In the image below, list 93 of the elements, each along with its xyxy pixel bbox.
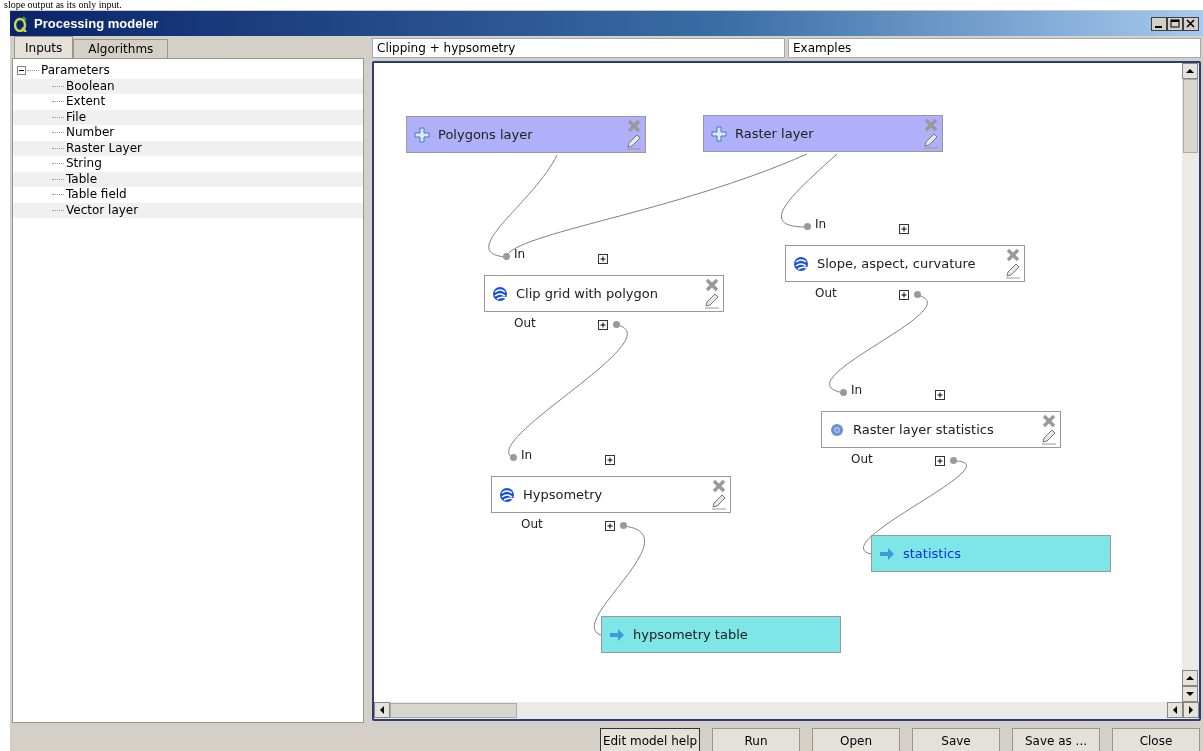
globe-icon xyxy=(499,486,515,503)
algorithm-node[interactable]: Hypsometry xyxy=(491,476,731,513)
tab[interactable]: Algorithms xyxy=(73,39,169,58)
node-label: Raster layer statistics xyxy=(853,422,994,437)
scrollbar-thumb[interactable] xyxy=(390,703,517,718)
input-node[interactable]: Raster layer xyxy=(703,115,943,152)
delete-icon[interactable] xyxy=(704,278,719,292)
scroll-right-icon[interactable] xyxy=(1183,702,1199,718)
expand-icon[interactable] xyxy=(899,290,909,300)
window-title: Processing modeler xyxy=(34,16,159,31)
node-label: hypsometry table xyxy=(633,627,748,642)
port-dot xyxy=(620,522,627,529)
expand-icon[interactable] xyxy=(598,254,608,264)
expand-icon[interactable] xyxy=(935,390,945,400)
port-label: Out xyxy=(521,517,543,531)
scroll-down-icon[interactable] xyxy=(1182,686,1198,702)
pencil-icon[interactable] xyxy=(703,292,720,309)
tree-item[interactable]: Number xyxy=(66,125,115,141)
model-name-field[interactable]: Clipping + hypsometry xyxy=(372,38,785,58)
scrollbar-thumb[interactable] xyxy=(1183,79,1198,153)
node-label: Clip grid with polygon xyxy=(516,286,658,301)
caption-text: slope output as its only input. xyxy=(3,0,123,10)
plus-icon xyxy=(414,126,430,143)
plus-icon xyxy=(711,125,727,142)
arrow-icon xyxy=(609,626,625,643)
dialog-button[interactable]: Edit model help xyxy=(600,728,700,751)
dialog-button[interactable]: Open xyxy=(812,728,900,751)
scroll-up-icon[interactable] xyxy=(1182,63,1198,79)
port-label: Out xyxy=(815,286,837,300)
port-dot xyxy=(914,291,921,298)
horizontal-scrollbar[interactable] xyxy=(374,702,1199,719)
node-label: statistics xyxy=(903,546,961,561)
collapse-icon[interactable] xyxy=(17,66,26,76)
delete-icon[interactable] xyxy=(711,479,726,493)
gear-icon xyxy=(829,421,845,438)
vertical-scrollbar[interactable] xyxy=(1182,63,1199,702)
pencil-icon[interactable] xyxy=(922,132,939,149)
node-label: Slope, aspect, curvature xyxy=(817,256,976,271)
algorithm-node[interactable]: Clip grid with polygon xyxy=(484,275,724,312)
tree-item[interactable]: Table field xyxy=(66,187,127,203)
node-label: Hypsometry xyxy=(523,487,603,502)
port-label: Out xyxy=(851,452,873,466)
output-node[interactable]: statistics xyxy=(871,535,1111,572)
scroll-up-icon[interactable] xyxy=(1182,670,1198,686)
dialog-button[interactable]: Save xyxy=(912,728,1000,751)
globe-icon xyxy=(793,255,809,272)
tab[interactable]: Inputs xyxy=(14,36,74,58)
tree-item[interactable]: Parameters xyxy=(41,63,110,79)
input-node[interactable]: Polygons layer xyxy=(406,116,646,153)
port-label: Out xyxy=(514,316,536,330)
port-dot xyxy=(840,389,847,396)
tree-item[interactable]: File xyxy=(66,109,87,125)
port-dot xyxy=(503,253,510,260)
expand-icon[interactable] xyxy=(605,521,615,531)
output-node[interactable]: hypsometry table xyxy=(601,616,841,653)
tree-item[interactable]: Extent xyxy=(66,94,106,110)
tree-item[interactable]: Boolean xyxy=(66,78,115,94)
port-dot xyxy=(950,457,957,464)
port-label: In xyxy=(521,448,533,462)
port-dot xyxy=(613,321,620,328)
minimize-icon[interactable] xyxy=(1151,16,1167,31)
port-label: In xyxy=(815,217,827,231)
model-group-field[interactable]: Examples xyxy=(788,38,1201,58)
dialog-button[interactable]: Close xyxy=(1112,728,1200,751)
delete-icon[interactable] xyxy=(1005,248,1020,262)
scroll-left-icon[interactable] xyxy=(1167,702,1183,718)
port-label: In xyxy=(851,383,863,397)
node-label: Raster layer xyxy=(735,126,814,141)
algorithm-node[interactable]: Raster layer statistics xyxy=(821,411,1061,448)
pencil-icon[interactable] xyxy=(625,133,642,150)
maximize-icon[interactable] xyxy=(1167,16,1183,31)
q-logo-icon xyxy=(14,15,28,32)
tree-item[interactable]: String xyxy=(66,156,102,172)
expand-icon[interactable] xyxy=(935,456,945,466)
close-icon[interactable] xyxy=(1183,16,1199,31)
pencil-icon[interactable] xyxy=(1040,428,1057,445)
node-label: Polygons layer xyxy=(438,127,533,142)
dialog-button[interactable]: Run xyxy=(712,728,800,751)
dialog-button[interactable]: Save as ... xyxy=(1012,728,1100,751)
expand-icon[interactable] xyxy=(605,455,615,465)
port-label: In xyxy=(514,247,526,261)
pencil-icon[interactable] xyxy=(1004,262,1021,279)
delete-icon[interactable] xyxy=(1041,414,1056,428)
globe-icon xyxy=(492,285,508,302)
port-dot xyxy=(510,454,517,461)
tree-item[interactable]: Table xyxy=(66,171,98,187)
algorithm-node[interactable]: Slope, aspect, curvature xyxy=(785,245,1025,282)
expand-icon[interactable] xyxy=(899,224,909,234)
scroll-left-icon[interactable] xyxy=(374,702,390,718)
expand-icon[interactable] xyxy=(598,320,608,330)
pencil-icon[interactable] xyxy=(710,493,727,510)
arrow-icon xyxy=(879,545,895,562)
port-dot xyxy=(804,223,811,230)
